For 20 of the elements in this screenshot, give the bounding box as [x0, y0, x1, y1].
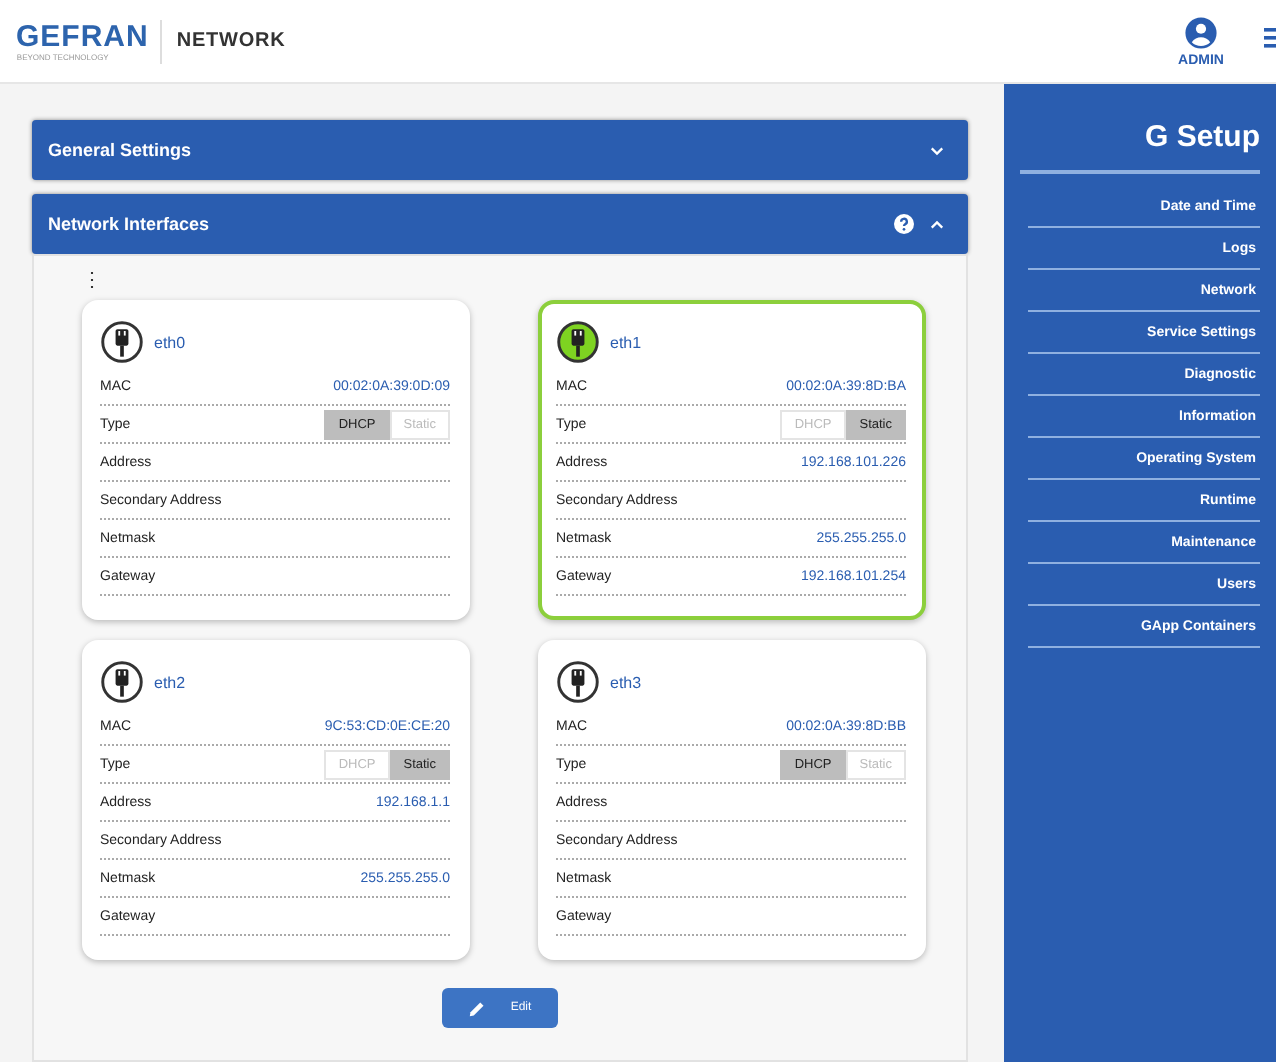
ethernet-plug-icon [100, 320, 144, 364]
interface-name: eth1 [610, 333, 642, 351]
interface-name: eth2 [154, 673, 186, 691]
panel-header[interactable]: Network Interfaces [32, 194, 968, 254]
help-icon[interactable] [894, 214, 914, 234]
menu-icon[interactable] [1264, 25, 1276, 49]
more-options-icon[interactable]: ⋮ [82, 272, 94, 292]
sidebar-title: G Setup [1142, 120, 1260, 154]
chevron-up-icon[interactable] [930, 219, 944, 229]
user-icon[interactable] [1184, 15, 1219, 49]
interface-name: eth0 [154, 333, 186, 351]
logo: GEFRAN [16, 21, 149, 51]
page-title: NETWORK [176, 30, 286, 52]
ethernet-plug-icon [100, 660, 144, 704]
ethernet-plug-icon [556, 660, 600, 704]
pencil-icon [468, 999, 487, 1017]
panel-header[interactable]: General Settings [32, 120, 968, 180]
ethernet-plug-icon [556, 320, 600, 364]
interface-name: eth3 [610, 673, 642, 691]
chevron-down-icon[interactable] [930, 145, 944, 155]
